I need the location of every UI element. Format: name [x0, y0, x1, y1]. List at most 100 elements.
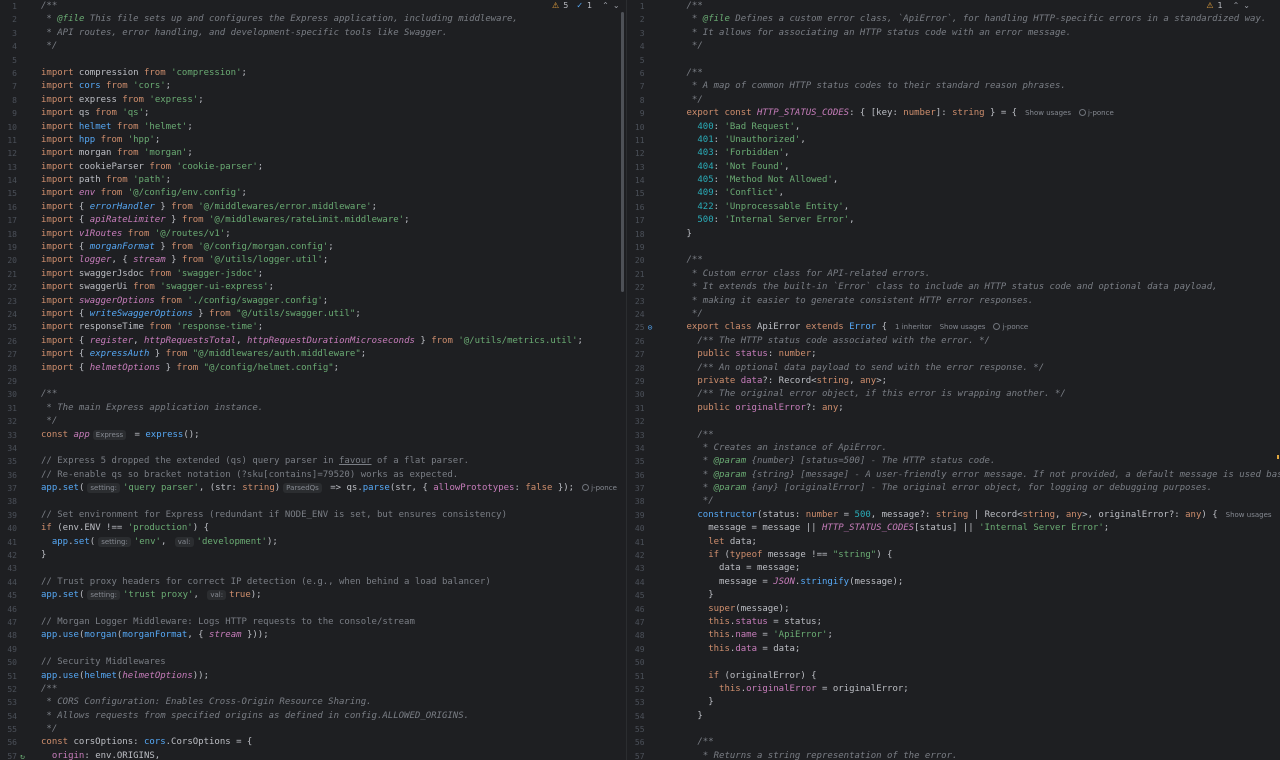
- code-line[interactable]: 10 400: 'Bad Request',: [628, 121, 1280, 134]
- code-line[interactable]: 7 * A map of common HTTP status codes to…: [628, 80, 1280, 93]
- code-text[interactable]: * Returns a string representation of the…: [687, 750, 958, 760]
- line-number[interactable]: 26: [0, 335, 17, 348]
- line-number[interactable]: 29: [628, 375, 645, 388]
- code-vision-hint[interactable]: Show usages: [940, 323, 986, 331]
- code-text[interactable]: const corsOptions: cors.CorsOptions = {: [41, 736, 252, 749]
- code-line[interactable]: 13 import cookieParser from 'cookie-parse…: [0, 161, 626, 174]
- code-text[interactable]: import { apiRateLimiter } from '@/middle…: [41, 214, 410, 227]
- line-number[interactable]: 16: [0, 201, 17, 214]
- code-text[interactable]: /**: [687, 429, 713, 442]
- code-line[interactable]: 12 403: 'Forbidden',: [628, 147, 1280, 160]
- inlay-hint[interactable]: setting:: [87, 590, 121, 601]
- line-number[interactable]: 42: [628, 549, 645, 562]
- code-text[interactable]: /**: [41, 388, 57, 401]
- line-number[interactable]: 20: [628, 254, 645, 267]
- line-number[interactable]: 4: [628, 40, 645, 53]
- code-line[interactable]: 27 public status: number;: [628, 348, 1280, 361]
- line-number[interactable]: 13: [628, 161, 645, 174]
- code-text[interactable]: import path from 'path';: [41, 174, 171, 187]
- code-line[interactable]: 39 constructor(status: number = 500, mes…: [628, 509, 1280, 522]
- code-line[interactable]: 46 super(message);: [628, 603, 1280, 616]
- code-line[interactable]: 31 public originalError?: any;: [628, 402, 1280, 415]
- line-number[interactable]: 55: [628, 723, 645, 736]
- line-number[interactable]: 43: [628, 562, 645, 575]
- code-text[interactable]: this.originalError = originalError;: [687, 683, 909, 696]
- code-line[interactable]: 41 let data;: [628, 536, 1280, 549]
- code-line[interactable]: 7 import cors from 'cors';: [0, 80, 626, 93]
- code-line[interactable]: 16 422: 'Unprocessable Entity',: [628, 201, 1280, 214]
- code-line[interactable]: 3 * It allows for associating an HTTP st…: [628, 27, 1280, 40]
- code-text[interactable]: import cookieParser from 'cookie-parser'…: [41, 161, 263, 174]
- line-number[interactable]: 36: [0, 469, 17, 482]
- code-line[interactable]: 23 import swaggerOptions from './config/s…: [0, 295, 626, 308]
- code-line[interactable]: 45 app.set(setting:'trust proxy', val: tru…: [0, 589, 626, 602]
- code-line[interactable]: 46: [0, 603, 626, 616]
- author-hint[interactable]: j-ponce: [582, 484, 617, 492]
- line-number[interactable]: 12: [0, 147, 17, 160]
- code-text[interactable]: * @file Defines a custom error class, `A…: [687, 13, 1266, 26]
- code-line[interactable]: 17 import { apiRateLimiter } from '@/midd…: [0, 214, 626, 227]
- line-number[interactable]: 9: [0, 107, 17, 120]
- code-text[interactable]: /** The HTTP status code associated with…: [687, 335, 990, 348]
- warning-icon[interactable]: ⚠: [1206, 1, 1213, 10]
- line-number[interactable]: 13: [0, 161, 17, 174]
- line-number[interactable]: 1: [628, 0, 645, 13]
- code-line[interactable]: 43: [0, 562, 626, 575]
- code-text[interactable]: public originalError?: any;: [687, 402, 843, 415]
- code-line[interactable]: 27 import { expressAuth } from "@/middlew…: [0, 348, 626, 361]
- code-text[interactable]: /**: [687, 0, 703, 13]
- code-text[interactable]: if (originalError) {: [687, 670, 816, 683]
- code-line[interactable]: 16 import { errorHandler } from '@/middle…: [0, 201, 626, 214]
- code-line[interactable]: 35 * @param {number} [status=500] - The …: [628, 455, 1280, 468]
- prev-highlight-button[interactable]: ⌃: [1233, 1, 1240, 10]
- code-line[interactable]: 52 /**: [0, 683, 626, 696]
- code-line[interactable]: 22 * It extends the built-in `Error` cla…: [628, 281, 1280, 294]
- code-line[interactable]: 25 ⊙ export class ApiError extends Error {…: [628, 321, 1280, 334]
- code-line[interactable]: 11 import hpp from 'hpp';: [0, 134, 626, 147]
- code-text[interactable]: constructor(status: number = 500, messag…: [687, 509, 1280, 522]
- author-hint[interactable]: j-ponce: [1078, 109, 1114, 117]
- code-line[interactable]: 56 const corsOptions: cors.CorsOptions = …: [0, 736, 626, 749]
- inlay-hint[interactable]: ParsedQs: [283, 483, 322, 494]
- line-number[interactable]: 8: [0, 94, 17, 107]
- line-number[interactable]: 31: [0, 402, 17, 415]
- code-text[interactable]: }: [687, 696, 713, 709]
- code-line[interactable]: 33 const app Express = express();: [0, 429, 626, 442]
- code-line[interactable]: 50: [628, 656, 1280, 669]
- line-number[interactable]: 2: [0, 13, 17, 26]
- line-number[interactable]: 5: [628, 54, 645, 67]
- line-number[interactable]: 52: [0, 683, 17, 696]
- line-number[interactable]: 14: [0, 174, 17, 187]
- line-number[interactable]: 54: [0, 710, 17, 723]
- code-line[interactable]: 44 // Trust proxy headers for correct IP …: [0, 576, 626, 589]
- next-highlight-button[interactable]: ⌄: [1243, 1, 1250, 10]
- line-number[interactable]: 22: [628, 281, 645, 294]
- code-text[interactable]: data = message;: [687, 562, 800, 575]
- line-number[interactable]: 47: [0, 616, 17, 629]
- code-text[interactable]: import swaggerOptions from './config/swa…: [41, 295, 328, 308]
- line-number[interactable]: 57: [0, 750, 17, 760]
- editor-pane-api-error-file[interactable]: 1 /** 2 * @file Defines a custom error cla…: [627, 0, 1280, 760]
- code-line[interactable]: 57 ↻ origin: env.ORIGINS,: [0, 750, 626, 760]
- gutter-override-icon[interactable]: ↻: [18, 752, 27, 760]
- code-line[interactable]: 29 private data?: Record<string, any>;: [628, 375, 1280, 388]
- code-area[interactable]: 1 /** 2 * @file This file sets up and conf…: [0, 0, 626, 760]
- prev-highlight-button[interactable]: ⌃: [602, 1, 609, 10]
- line-number[interactable]: 52: [628, 683, 645, 696]
- code-text[interactable]: import hpp from 'hpp';: [41, 134, 160, 147]
- line-number[interactable]: 32: [628, 415, 645, 428]
- code-line[interactable]: 5: [628, 54, 1280, 67]
- code-text[interactable]: import { register, httpRequestsTotal, ht…: [41, 335, 583, 348]
- line-number[interactable]: 15: [628, 187, 645, 200]
- code-text[interactable]: message = JSON.stringify(message);: [687, 576, 903, 589]
- line-number[interactable]: 48: [0, 629, 17, 642]
- next-highlight-button[interactable]: ⌄: [613, 1, 620, 10]
- line-number[interactable]: 37: [628, 482, 645, 495]
- code-text[interactable]: import { writeSwaggerOptions } from "@/u…: [41, 308, 361, 321]
- code-text[interactable]: // Express 5 dropped the extended (qs) q…: [41, 455, 469, 468]
- code-vision-hint[interactable]: Show usages: [1226, 511, 1272, 519]
- line-number[interactable]: 27: [0, 348, 17, 361]
- line-number[interactable]: 3: [628, 27, 645, 40]
- check-icon[interactable]: ✓: [576, 1, 583, 10]
- line-number[interactable]: 49: [628, 643, 645, 656]
